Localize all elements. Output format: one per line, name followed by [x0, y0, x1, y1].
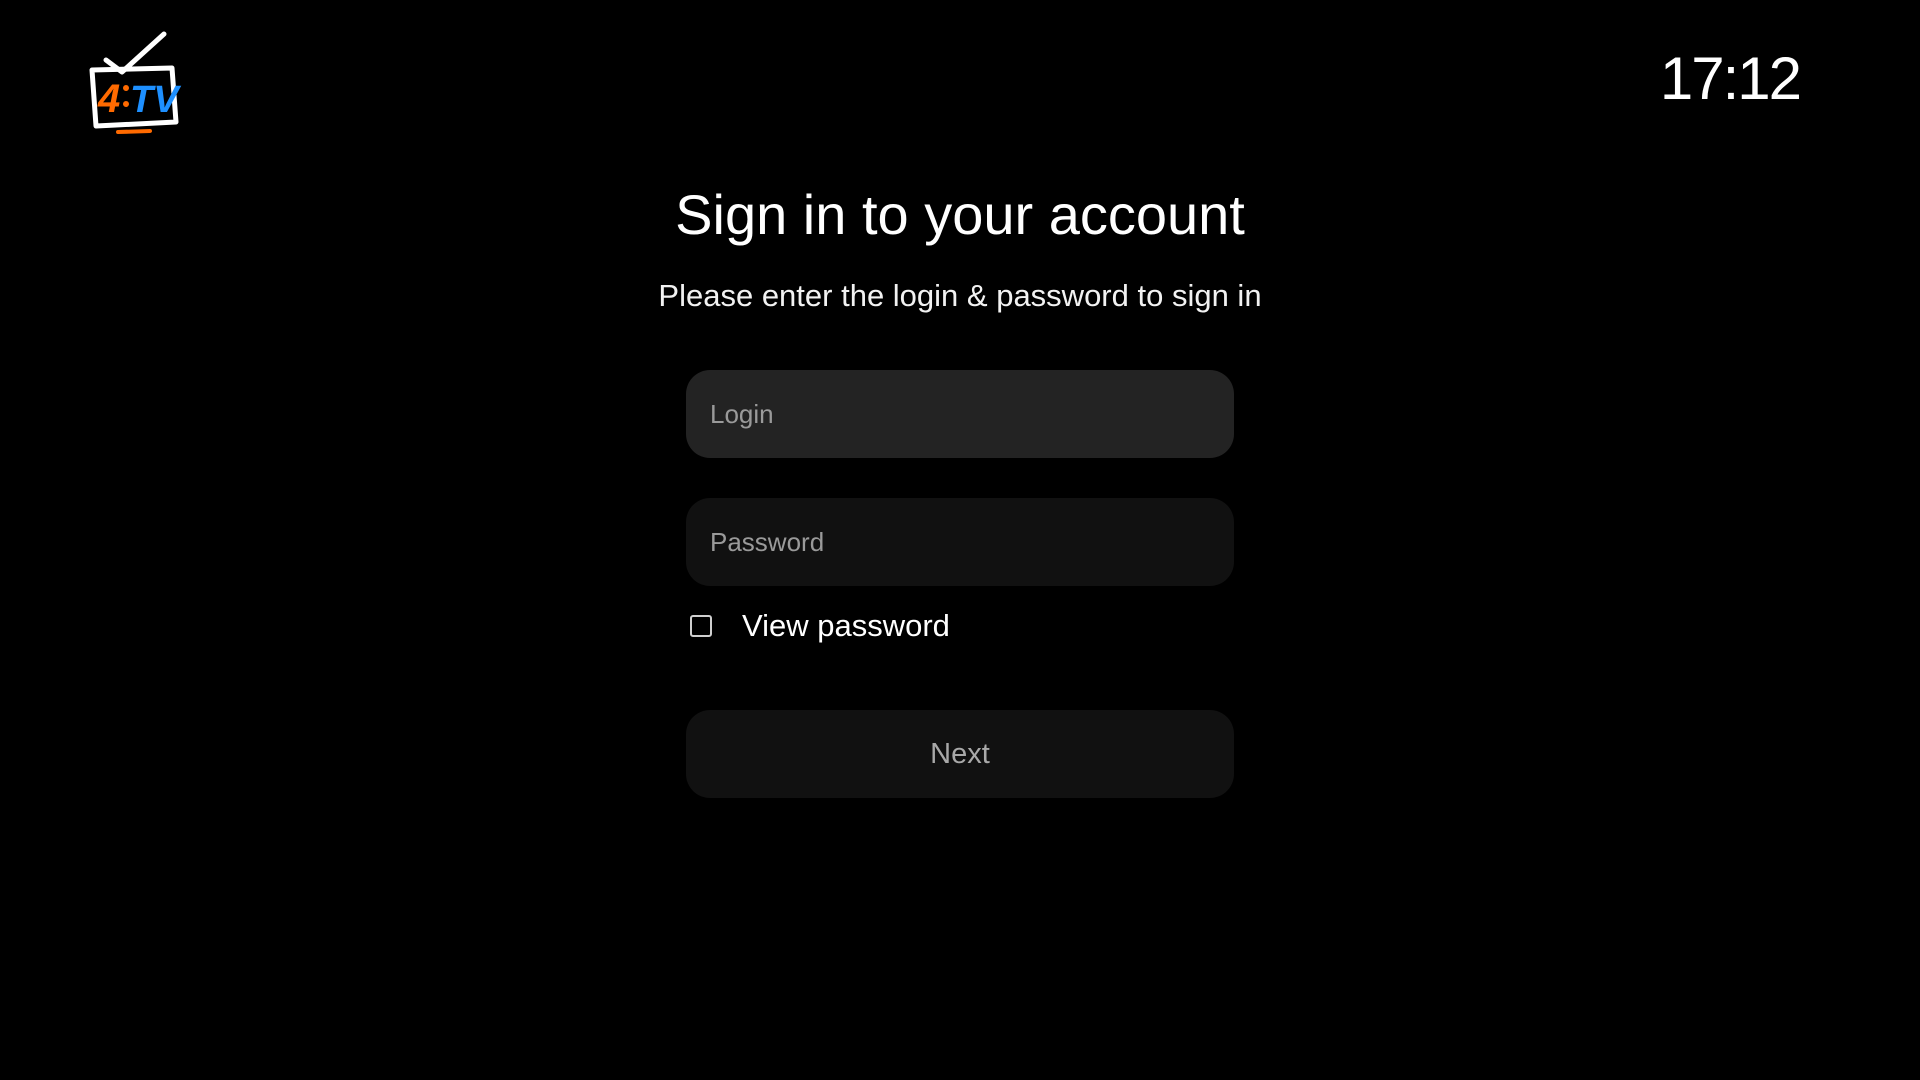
page-subtitle: Please enter the login & password to sig… [658, 278, 1262, 313]
signin-form: View password Next [686, 370, 1234, 798]
tv-logo-icon: 4 TV [84, 28, 184, 136]
view-password-row[interactable]: View password [686, 604, 1234, 648]
password-input[interactable] [686, 498, 1234, 586]
signin-panel: Sign in to your account Please enter the… [0, 180, 1920, 798]
svg-text:4: 4 [97, 77, 120, 121]
login-input[interactable] [686, 370, 1234, 458]
view-password-label: View password [742, 608, 950, 643]
view-password-checkbox[interactable] [690, 615, 712, 637]
page-title: Sign in to your account [675, 183, 1245, 246]
clock: 17:12 [1659, 45, 1802, 112]
next-button[interactable]: Next [686, 710, 1234, 798]
svg-text:TV: TV [130, 79, 181, 121]
